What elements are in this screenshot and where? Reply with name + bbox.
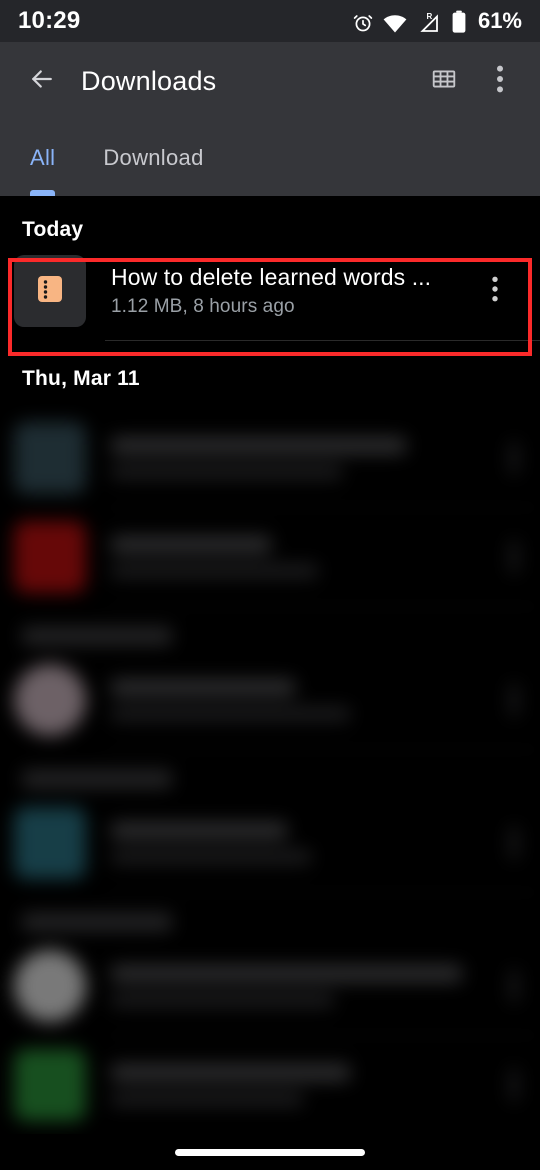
list-item[interactable]	[0, 508, 540, 606]
app-bar: Downloads	[0, 42, 540, 120]
section-header	[22, 913, 172, 931]
section-header	[22, 770, 172, 788]
tab-all-label: All	[30, 145, 56, 170]
tab-bar: All Download	[0, 120, 540, 196]
file-info	[111, 822, 510, 864]
file-thumbnail	[14, 807, 86, 879]
item-overflow-menu-button[interactable]	[510, 540, 518, 574]
blurred-download-items[interactable]	[0, 409, 540, 1134]
battery-percent-label: 61%	[477, 8, 522, 33]
alarm-icon	[352, 12, 374, 34]
page-title: Downloads	[81, 65, 217, 96]
overflow-menu-button[interactable]	[472, 53, 528, 109]
file-name: How to delete learned words ...	[111, 264, 432, 290]
video-file-icon	[33, 272, 67, 311]
list-item[interactable]	[0, 794, 540, 892]
list-item[interactable]	[0, 651, 540, 749]
item-overflow-menu-button[interactable]	[510, 441, 518, 475]
tab-download-label: Download	[103, 145, 204, 170]
home-gesture-pill[interactable]	[175, 1148, 365, 1156]
grid-view-button[interactable]	[416, 53, 472, 109]
file-info	[111, 1064, 510, 1106]
download-item-row[interactable]: How to delete learned words ... 1.12 MB,…	[0, 242, 540, 340]
list-item[interactable]	[0, 409, 540, 507]
cellular-signal-roaming-icon: R	[416, 12, 442, 34]
item-overflow-menu-button[interactable]	[510, 826, 518, 860]
downloads-list[interactable]: Today How to delete learned words ... 1.…	[0, 196, 540, 1170]
list-divider	[105, 606, 540, 607]
section-header-today: Today	[22, 218, 84, 241]
item-overflow-menu-button[interactable]	[510, 969, 518, 1003]
file-thumbnail	[14, 664, 86, 736]
file-thumbnail	[14, 255, 86, 327]
list-divider	[105, 892, 540, 893]
status-bar-icons: R 61%	[352, 8, 522, 34]
status-bar: 10:29 R 61%	[0, 0, 540, 42]
file-thumbnail	[14, 521, 86, 593]
battery-icon	[451, 10, 467, 34]
list-divider	[105, 749, 540, 750]
phone-screen: 10:29 R 61% Downloads All Download Today…	[0, 0, 540, 1170]
svg-text:R: R	[426, 12, 432, 21]
item-overflow-menu-button[interactable]	[510, 683, 518, 717]
status-bar-clock: 10:29	[18, 7, 81, 34]
item-overflow-menu-button[interactable]	[472, 260, 518, 322]
file-info	[111, 679, 510, 721]
file-info: How to delete learned words ... 1.12 MB,…	[111, 264, 472, 318]
section-header	[22, 627, 172, 645]
tab-download[interactable]: Download	[81, 120, 225, 196]
file-info	[111, 437, 510, 479]
item-overflow-menu-button[interactable]	[510, 1068, 518, 1102]
more-vert-icon	[491, 275, 499, 308]
file-thumbnail	[14, 950, 86, 1022]
tab-all[interactable]: All	[22, 120, 81, 196]
file-thumbnail	[14, 422, 86, 494]
file-info	[111, 965, 510, 1007]
file-info	[111, 536, 510, 578]
grid-view-icon	[431, 66, 457, 97]
list-item[interactable]	[0, 937, 540, 1035]
file-thumbnail	[14, 1049, 86, 1121]
more-vert-icon	[496, 64, 504, 99]
back-arrow-icon	[27, 64, 57, 99]
back-button[interactable]	[11, 50, 73, 112]
file-meta: 1.12 MB, 8 hours ago	[111, 296, 295, 317]
section-header-thu-mar-11: Thu, Mar 11	[22, 367, 140, 390]
navigation-bar	[0, 1134, 540, 1170]
list-item[interactable]	[0, 1036, 540, 1134]
wifi-icon	[383, 14, 407, 34]
